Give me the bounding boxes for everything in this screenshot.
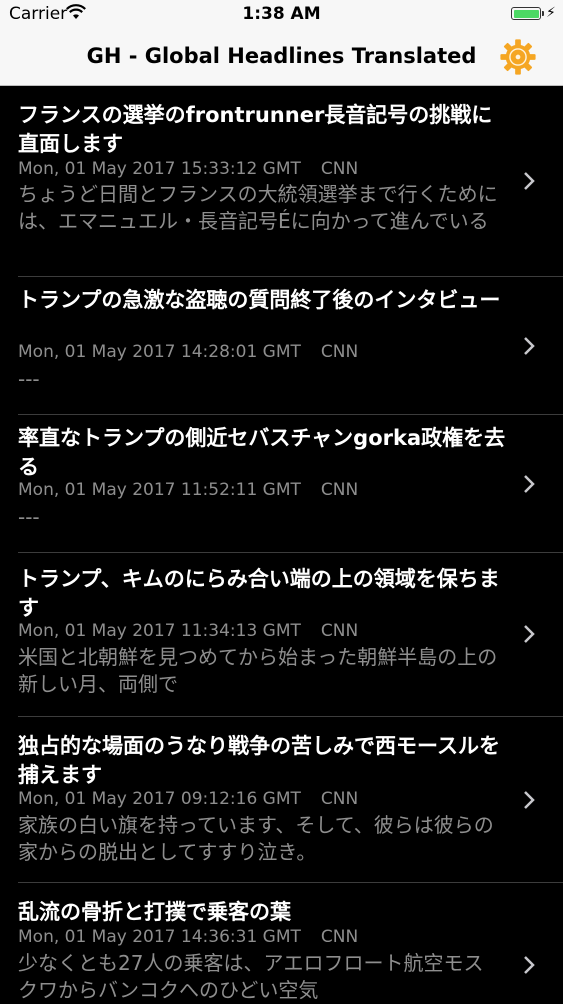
headline-source: CNN: [320, 789, 359, 809]
list-item[interactable]: 率直なトランプの側近セバスチャンgorka政権を去る Mon, 01 May 2…: [0, 415, 563, 553]
headline-source: CNN: [320, 480, 359, 500]
headline-source: CNN: [320, 159, 359, 179]
chevron-right-icon: [524, 625, 535, 643]
headline-description: ちょうど日間とフランスの大統領選挙まで行くためには、エマニュエル・長音記号Éに向…: [18, 182, 498, 233]
list-item[interactable]: フランスの選挙のfrontrunner長音記号の挑戦に直面します Mon, 01…: [0, 86, 563, 277]
headline-title: トランプの急激な盗聴の質問終了後のインタビュー: [18, 288, 501, 312]
chevron-right-icon: [524, 475, 535, 493]
headline-meta: Mon, 01 May 2017 09:12:16 GMT CNN: [18, 789, 358, 809]
list-item[interactable]: 独占的な場面のうなり戦争の苦しみで西モースルを捕えます Mon, 01 May …: [0, 717, 563, 883]
headline-date: Mon, 01 May 2017 11:34:13 GMT: [18, 621, 301, 641]
status-time: 1:38 AM: [242, 4, 321, 24]
headline-date: Mon, 01 May 2017 14:28:01 GMT: [18, 342, 301, 362]
headline-description: ---: [18, 505, 40, 529]
list-item[interactable]: トランプの急激な盗聴の質問終了後のインタビュー Mon, 01 May 2017…: [0, 277, 563, 415]
headline-meta: Mon, 01 May 2017 14:36:31 GMT CNN: [18, 927, 358, 947]
headline-date: Mon, 01 May 2017 14:36:31 GMT: [18, 927, 301, 947]
navigation-bar: GH - Global Headlines Translated: [0, 30, 563, 86]
charging-icon: ⚡: [546, 5, 556, 21]
headline-list: フランスの選挙のfrontrunner長音記号の挑戦に直面します Mon, 01…: [0, 86, 563, 1002]
headline-title: トランプ、キムのにらみ合い端の上の領域を保ちます: [18, 567, 500, 620]
headline-description: 少なくとも27人の乗客は、アエロフロート航空モスクワからバンコクへのひどい空気: [18, 951, 484, 1002]
page-title: GH - Global Headlines Translated: [86, 44, 477, 68]
gear-icon[interactable]: [499, 38, 537, 76]
headline-title: 率直なトランプの側近セバスチャンgorka政権を去る: [18, 426, 506, 479]
headline-title: 独占的な場面のうなり戦争の苦しみで西モースルを捕えます: [18, 734, 500, 787]
headline-title: フランスの選挙のfrontrunner長音記号の挑戦に直面します: [18, 103, 493, 156]
headline-source: CNN: [320, 621, 359, 641]
headline-source: CNN: [320, 927, 359, 947]
headline-meta: Mon, 01 May 2017 11:52:11 GMT CNN: [18, 480, 358, 500]
chevron-right-icon: [524, 791, 535, 809]
chevron-right-icon: [524, 956, 535, 974]
headline-date: Mon, 01 May 2017 15:33:12 GMT: [18, 159, 301, 179]
headline-description: 米国と北朝鮮を見つめてから始まった朝鮮半島の上の新しい月、両側で: [18, 645, 498, 696]
headline-date: Mon, 01 May 2017 11:52:11 GMT: [18, 480, 301, 500]
headline-meta: Mon, 01 May 2017 15:33:12 GMT CNN: [18, 159, 358, 179]
chevron-right-icon: [524, 172, 535, 190]
headline-meta: Mon, 01 May 2017 14:28:01 GMT CNN: [18, 342, 358, 362]
battery-icon: [511, 7, 544, 20]
chevron-right-icon: [524, 337, 535, 355]
headline-title: 乱流の骨折と打撲で乗客の葉: [18, 900, 291, 924]
headline-source: CNN: [320, 342, 359, 362]
list-item[interactable]: トランプ、キムのにらみ合い端の上の領域を保ちます Mon, 01 May 201…: [0, 553, 563, 717]
headline-description: ---: [18, 367, 40, 391]
headline-date: Mon, 01 May 2017 09:12:16 GMT: [18, 789, 301, 809]
headline-description: 家族の白い旗を持っています、そして、彼らは彼らの家からの脱出としてすすり泣き。: [18, 813, 494, 864]
headline-meta: Mon, 01 May 2017 11:34:13 GMT CNN: [18, 621, 358, 641]
status-bar: Carrier 1:38 AM ⚡: [0, 0, 563, 30]
list-item[interactable]: 乱流の骨折と打撲で乗客の葉 Mon, 01 May 2017 14:36:31 …: [0, 883, 563, 1002]
